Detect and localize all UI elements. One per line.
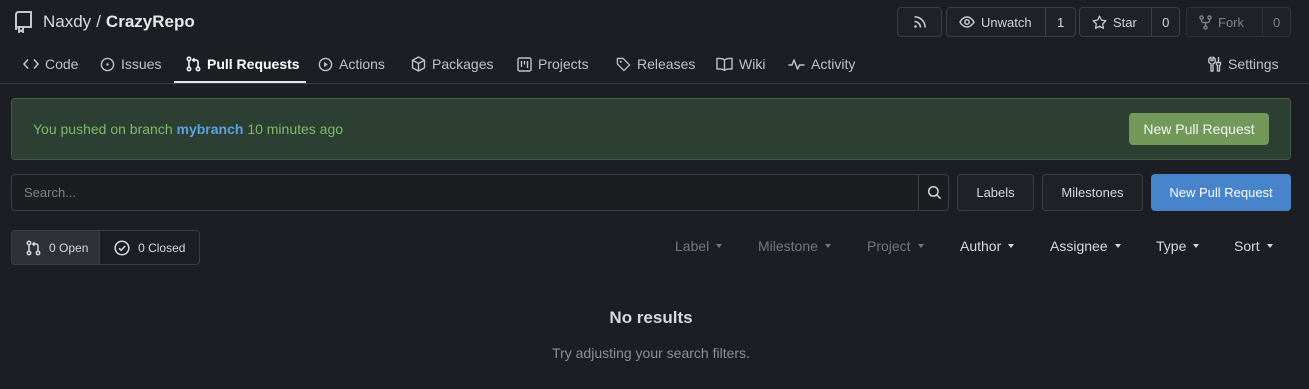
- star-label: Star: [1113, 14, 1137, 30]
- tab-pull-requests-label: Pull Requests: [207, 56, 300, 72]
- pulse-icon: [788, 57, 805, 71]
- fork-label: Fork: [1218, 14, 1244, 30]
- code-icon: [23, 58, 39, 70]
- type-filter-dropdown[interactable]: Type: [1156, 237, 1200, 255]
- caret-down-icon: [1193, 244, 1200, 248]
- empty-state-title: No results: [609, 308, 693, 327]
- new-pull-request-button[interactable]: New Pull Request: [1151, 174, 1291, 211]
- tab-code-label: Code: [45, 56, 79, 72]
- banner-new-pull-request-button[interactable]: New Pull Request: [1129, 113, 1269, 145]
- caret-down-icon: [917, 244, 924, 248]
- sort-label: Sort: [1234, 238, 1260, 254]
- repo-tabs: Code Issues Pull Requests Actions Packag…: [0, 44, 1309, 84]
- fork-button-group: Fork 0: [1186, 7, 1291, 37]
- forks-count[interactable]: 0: [1263, 8, 1290, 36]
- play-icon: [318, 57, 333, 72]
- project-filter-dropdown[interactable]: Project: [867, 237, 924, 255]
- watchers-count[interactable]: 1: [1046, 8, 1075, 36]
- repo-header: Naxdy / CrazyRepo Unwatch 1 Star 0 Fork …: [0, 0, 1309, 84]
- repo-owner-link[interactable]: Naxdy: [43, 12, 91, 32]
- tag-icon: [616, 57, 631, 72]
- search-box: [11, 174, 949, 211]
- tab-actions[interactable]: Actions: [318, 44, 385, 84]
- pull-request-icon: [186, 56, 201, 72]
- open-filter[interactable]: 0 Open: [12, 231, 101, 264]
- tab-issues-label: Issues: [121, 56, 162, 72]
- open-count-label: 0 Open: [49, 240, 89, 255]
- search-input[interactable]: [12, 175, 917, 210]
- star-button-group: Star 0: [1079, 7, 1180, 37]
- milestone-filter-label: Milestone: [758, 238, 818, 254]
- package-icon: [411, 56, 426, 72]
- repo-name-link[interactable]: CrazyRepo: [106, 12, 195, 32]
- type-filter-label: Type: [1156, 238, 1187, 254]
- tab-activity-label: Activity: [811, 56, 856, 72]
- label-filter-label: Label: [675, 238, 710, 254]
- author-filter-label: Author: [960, 238, 1002, 254]
- fork-button[interactable]: Fork: [1187, 8, 1264, 36]
- unwatch-label: Unwatch: [981, 14, 1032, 30]
- project-icon: [517, 56, 532, 72]
- check-circle-icon: [114, 239, 130, 256]
- pull-request-icon: [26, 240, 41, 256]
- project-filter-label: Project: [867, 238, 911, 254]
- assignee-filter-dropdown[interactable]: Assignee: [1050, 237, 1121, 255]
- tab-projects[interactable]: Projects: [517, 44, 589, 84]
- tab-settings[interactable]: Settings: [1207, 44, 1279, 84]
- tab-pull-requests[interactable]: Pull Requests: [186, 44, 300, 84]
- tools-icon: [1207, 56, 1222, 72]
- tab-packages[interactable]: Packages: [411, 44, 493, 84]
- tab-issues[interactable]: Issues: [100, 44, 161, 84]
- caret-down-icon: [716, 244, 723, 248]
- tab-releases[interactable]: Releases: [616, 44, 695, 84]
- tab-projects-label: Projects: [538, 56, 589, 72]
- caret-down-icon: [1114, 244, 1121, 248]
- tab-settings-label: Settings: [1228, 56, 1279, 72]
- push-message-prefix: You pushed on branch: [33, 121, 173, 137]
- author-filter-dropdown[interactable]: Author: [960, 237, 1015, 255]
- closed-filter[interactable]: 0 Closed: [100, 231, 199, 264]
- labels-button[interactable]: Labels: [957, 174, 1034, 211]
- tab-code[interactable]: Code: [23, 44, 78, 84]
- label-filter-dropdown[interactable]: Label: [675, 237, 723, 255]
- tab-actions-label: Actions: [339, 56, 385, 72]
- branch-link[interactable]: mybranch: [177, 121, 244, 137]
- state-toggle: 0 Open 0 Closed: [11, 230, 200, 265]
- unwatch-button[interactable]: Unwatch: [947, 8, 1047, 36]
- milestones-button[interactable]: Milestones: [1042, 174, 1143, 211]
- milestone-filter-dropdown[interactable]: Milestone: [758, 237, 831, 255]
- repo-separator: /: [96, 12, 101, 31]
- book-icon: [716, 57, 733, 71]
- tab-packages-label: Packages: [432, 56, 494, 72]
- star-icon: [1092, 14, 1107, 30]
- rss-feed-button[interactable]: [897, 7, 942, 37]
- watch-button-group: Unwatch 1: [946, 7, 1076, 37]
- tab-wiki-label: Wiki: [739, 56, 766, 72]
- sort-dropdown[interactable]: Sort: [1234, 237, 1273, 255]
- assignee-filter-label: Assignee: [1050, 238, 1108, 254]
- search-button[interactable]: [918, 175, 949, 210]
- caret-down-icon: [824, 244, 831, 248]
- eye-icon: [959, 16, 975, 28]
- tab-activity[interactable]: Activity: [788, 44, 855, 84]
- tab-releases-label: Releases: [637, 56, 696, 72]
- caret-down-icon: [1266, 244, 1273, 248]
- push-notification-banner: You pushed on branch mybranch 10 minutes…: [11, 98, 1291, 160]
- active-tab-indicator: [174, 81, 306, 83]
- search-icon: [927, 185, 942, 200]
- empty-state-subtitle: Try adjusting your search filters.: [552, 345, 750, 361]
- repo-title: Naxdy / CrazyRepo: [13, 10, 195, 34]
- fork-icon: [1199, 14, 1212, 30]
- stars-count[interactable]: 0: [1152, 8, 1179, 36]
- closed-count-label: 0 Closed: [138, 240, 186, 255]
- issue-icon: [100, 57, 115, 72]
- repo-icon: [13, 11, 33, 33]
- tab-wiki[interactable]: Wiki: [716, 44, 765, 84]
- push-message: You pushed on branch mybranch 10 minutes…: [33, 121, 343, 137]
- star-button[interactable]: Star: [1080, 8, 1153, 36]
- rss-icon: [913, 15, 927, 29]
- caret-down-icon: [1008, 244, 1015, 248]
- push-message-time: 10 minutes ago: [247, 121, 344, 137]
